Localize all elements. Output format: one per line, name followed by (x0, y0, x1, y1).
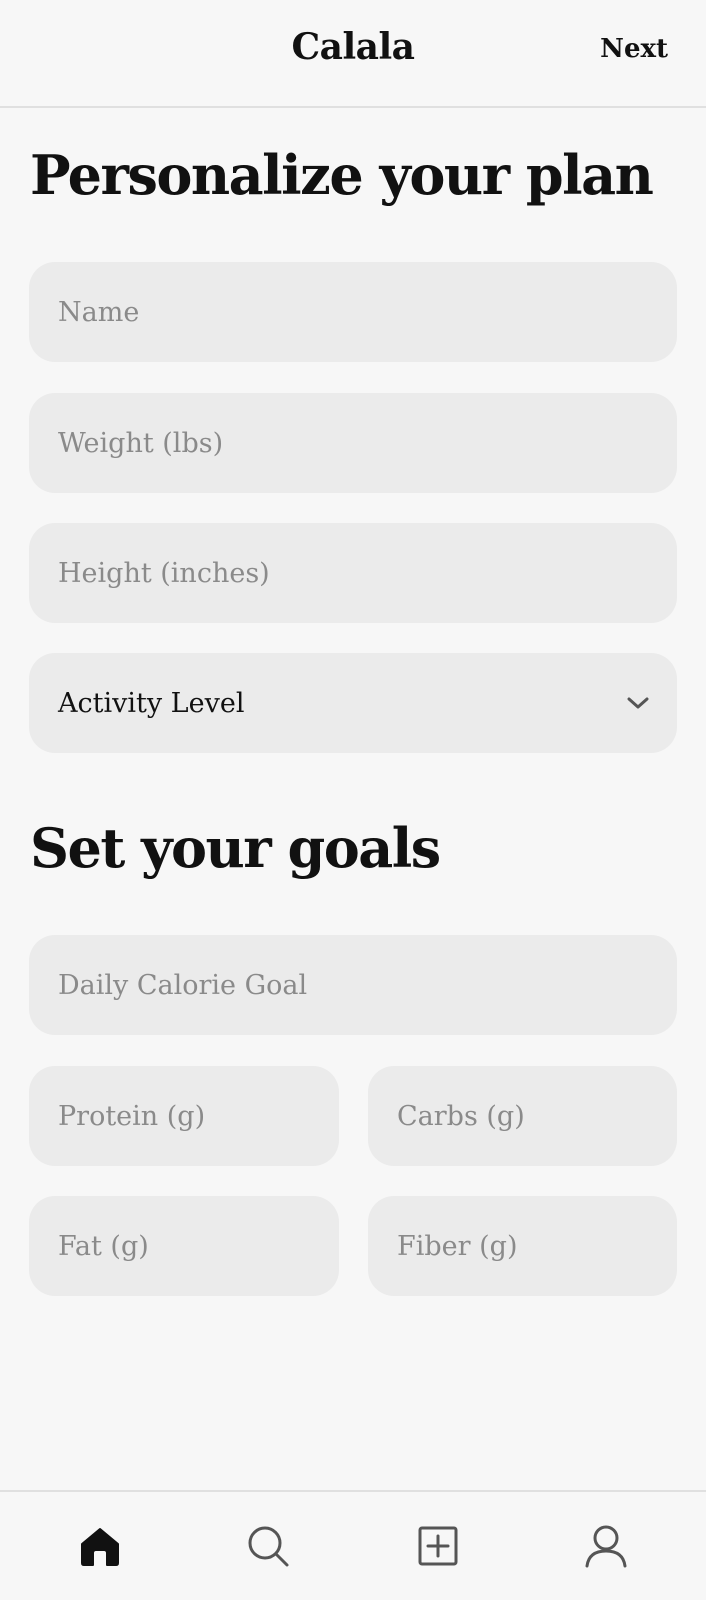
calorie-field-container (29, 935, 677, 1035)
search-icon (248, 1526, 289, 1567)
personalize-title: Personalize your plan (30, 143, 654, 207)
carbs-input[interactable] (397, 1100, 651, 1132)
add-square-icon (418, 1526, 458, 1566)
nav-home-button[interactable] (76, 1522, 124, 1570)
height-input[interactable] (58, 557, 651, 589)
weight-input[interactable] (58, 427, 651, 459)
name-field-container (29, 262, 677, 362)
fiber-field-container (368, 1196, 677, 1296)
weight-field-container (29, 393, 677, 493)
protein-input[interactable] (58, 1100, 313, 1132)
nav-search-button[interactable] (244, 1522, 292, 1570)
goals-title: Set your goals (30, 816, 441, 880)
activity-level-label: Activity Level (58, 687, 245, 719)
fat-input[interactable] (58, 1230, 313, 1262)
top-bar: Calala Next (0, 0, 706, 108)
carbs-field-container (368, 1066, 677, 1166)
fat-field-container (29, 1196, 339, 1296)
nav-add-button[interactable] (414, 1522, 462, 1570)
bottom-navigation (0, 1490, 706, 1600)
chevron-down-icon (625, 690, 651, 716)
next-button[interactable]: Next (600, 34, 668, 64)
height-field-container (29, 523, 677, 623)
calorie-goal-input[interactable] (58, 969, 651, 1001)
home-icon (81, 1528, 119, 1566)
fiber-input[interactable] (397, 1230, 651, 1262)
protein-field-container (29, 1066, 339, 1166)
activity-level-select[interactable]: Activity Level (29, 653, 677, 753)
name-input[interactable] (58, 296, 651, 328)
profile-icon (585, 1525, 627, 1568)
nav-profile-button[interactable] (582, 1522, 630, 1570)
